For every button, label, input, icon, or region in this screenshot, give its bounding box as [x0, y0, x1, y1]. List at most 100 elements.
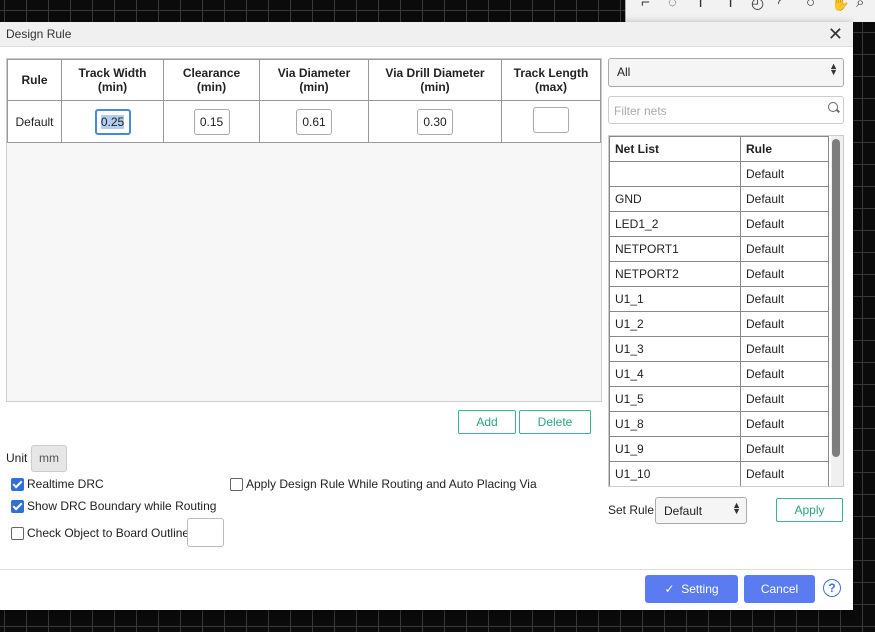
- realtime-drc-option[interactable]: Realtime DRC: [11, 477, 104, 491]
- clearance-input[interactable]: 0.15: [193, 108, 230, 135]
- set-rule-select[interactable]: Default ▲ ▼: [655, 497, 747, 524]
- net-filter-select[interactable]: All ▲ ▼: [608, 58, 844, 87]
- net-rule: Default: [740, 211, 829, 237]
- net-rule: Default: [740, 161, 829, 187]
- table-row[interactable]: NETPORT1 Default: [609, 236, 829, 262]
- board-outline-input[interactable]: [187, 518, 224, 547]
- realtime-drc-checkbox[interactable]: [11, 477, 24, 491]
- check-board-outline-label: Check Object to Board Outline: [27, 526, 190, 540]
- header-net-rule: Rule: [740, 136, 829, 162]
- set-rule-value: Default: [664, 504, 703, 518]
- net-rule: Default: [740, 336, 829, 362]
- table-row[interactable]: U1_3 Default: [609, 336, 829, 362]
- net-name: U1_8: [609, 411, 741, 437]
- setting-button[interactable]: ✓ Setting: [645, 575, 738, 603]
- apply-while-routing-checkbox[interactable]: [230, 477, 243, 491]
- header-rule: Rule: [7, 59, 62, 101]
- net-rule: Default: [740, 436, 829, 462]
- select-arrows-icon: ▲ ▼: [829, 61, 838, 77]
- net-rule: Default: [740, 386, 829, 412]
- apply-while-routing-label: Apply Design Rule While Routing and Auto…: [246, 477, 537, 491]
- net-name: NETPORT1: [609, 236, 741, 262]
- unit-label: Unit: [6, 451, 28, 465]
- net-list-table: Net List Rule Default GND Default LED1_2 Def…: [609, 136, 829, 486]
- track-width-input[interactable]: 0.25: [94, 108, 131, 135]
- table-row[interactable]: Default 0.25 0.15 0.61 0.30: [7, 100, 601, 143]
- arc-tool-icon[interactable]: ◌: [668, 0, 677, 11]
- table-row[interactable]: U1_2 Default: [609, 311, 829, 337]
- filter-nets-placeholder: Filter nets: [614, 104, 667, 118]
- net-rule: Default: [740, 186, 829, 212]
- net-name: NETPORT2: [609, 261, 741, 287]
- table-row[interactable]: U1_4 Default: [609, 361, 829, 387]
- net-rule: Default: [740, 461, 829, 486]
- net-name: U1_4: [609, 361, 741, 387]
- net-rule: Default: [740, 261, 829, 287]
- net-rule: Default: [740, 286, 829, 312]
- via-diameter-input[interactable]: 0.61: [296, 108, 332, 135]
- design-rule-dialog: Design Rule ✕ Rule Track Width (min) Clea…: [0, 22, 853, 610]
- net-rule: Default: [740, 236, 829, 262]
- help-icon[interactable]: ?: [823, 579, 841, 597]
- table-row[interactable]: U1_9 Default: [609, 436, 829, 462]
- text-tool-icon[interactable]: T: [726, 0, 735, 11]
- show-drc-boundary-option[interactable]: Show DRC Boundary while Routing: [11, 499, 216, 513]
- show-drc-boundary-label: Show DRC Boundary while Routing: [27, 499, 217, 513]
- footer-divider: [0, 569, 853, 570]
- net-name: U1_2: [609, 311, 741, 337]
- circle-tool-icon[interactable]: ○: [806, 0, 815, 11]
- hand-tool-icon[interactable]: ✋: [831, 0, 850, 12]
- net-name: U1_10: [609, 461, 741, 486]
- close-icon[interactable]: ✕: [828, 24, 843, 45]
- scrollbar-thumb[interactable]: [832, 139, 840, 457]
- delete-button[interactable]: Delete: [519, 410, 591, 434]
- table-row[interactable]: NETPORT2 Default: [609, 261, 829, 287]
- net-name: [609, 161, 741, 187]
- track-length-input[interactable]: [533, 107, 569, 133]
- set-rule-label: Set Rule: [608, 503, 655, 517]
- net-name: U1_5: [609, 386, 741, 412]
- rules-table-area: Rule Track Width (min) Clearance (min) Via…: [6, 58, 602, 402]
- corner-tool-icon[interactable]: ◴: [751, 0, 764, 12]
- rules-table: Rule Track Width (min) Clearance (min) Via…: [7, 59, 601, 143]
- table-row[interactable]: U1_1 Default: [609, 286, 829, 312]
- search-icon: [828, 102, 838, 112]
- header-via-drill: Via Drill Diameter (min): [368, 59, 502, 101]
- header-via-diameter: Via Diameter (min): [259, 59, 369, 101]
- net-list-scrollbar[interactable]: [831, 136, 843, 486]
- header-net-list: Net List: [609, 136, 741, 162]
- arc-draw-icon[interactable]: ◜: [778, 0, 784, 12]
- net-rule: Default: [740, 361, 829, 387]
- net-list: Net List Rule Default GND Default LED1_2 Def…: [608, 135, 844, 487]
- table-row[interactable]: U1_5 Default: [609, 386, 829, 412]
- header-clearance: Clearance (min): [163, 59, 260, 101]
- net-list-header-row: Net List Rule: [609, 136, 829, 162]
- table-row[interactable]: U1_8 Default: [609, 411, 829, 437]
- table-row[interactable]: LED1_2 Default: [609, 211, 829, 237]
- realtime-drc-label: Realtime DRC: [27, 477, 104, 491]
- net-name: U1_1: [609, 286, 741, 312]
- net-rule: Default: [740, 311, 829, 337]
- table-row[interactable]: GND Default: [609, 186, 829, 212]
- pin-tool-icon[interactable]: T: [696, 0, 705, 11]
- apply-button[interactable]: Apply: [776, 498, 843, 522]
- net-name: GND: [609, 186, 741, 212]
- via-drill-input[interactable]: 0.30: [417, 108, 453, 135]
- apply-while-routing-option[interactable]: Apply Design Rule While Routing and Auto…: [230, 477, 537, 491]
- background-toolbar: ⌐ ◌ T T ◴ ◜ ○ ✋ ⌕: [625, 0, 875, 22]
- filter-nets-input[interactable]: Filter nets: [608, 96, 844, 124]
- table-row[interactable]: Default: [609, 161, 829, 187]
- add-button[interactable]: Add: [458, 410, 516, 434]
- table-row[interactable]: U1_10 Default: [609, 461, 829, 486]
- search-tool-icon[interactable]: ⌕: [856, 0, 864, 11]
- net-name: LED1_2: [609, 211, 741, 237]
- wire-tool-icon[interactable]: ⌐: [641, 0, 650, 11]
- unit-field[interactable]: mm: [31, 445, 67, 472]
- net-rule: Default: [740, 411, 829, 437]
- check-board-outline-option[interactable]: Check Object to Board Outline: [11, 526, 189, 540]
- header-track-length: Track Length (max): [501, 59, 601, 101]
- show-drc-boundary-checkbox[interactable]: [11, 499, 24, 513]
- check-board-outline-checkbox[interactable]: [11, 526, 24, 540]
- cancel-button[interactable]: Cancel: [744, 575, 815, 603]
- check-icon: ✓: [664, 582, 675, 596]
